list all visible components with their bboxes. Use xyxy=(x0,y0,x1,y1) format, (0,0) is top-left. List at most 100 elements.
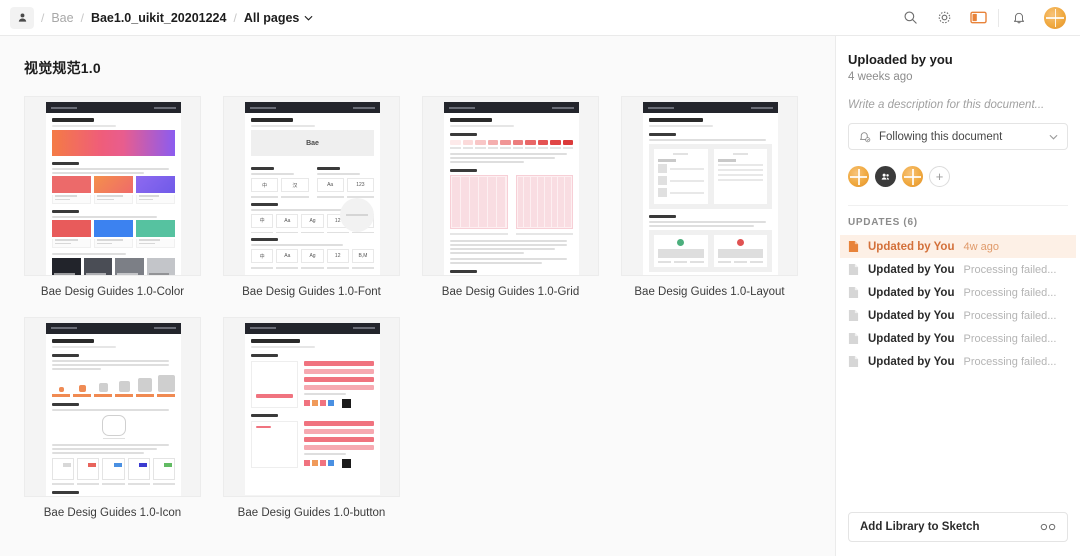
grid-diagram xyxy=(450,175,508,229)
gradient-banner xyxy=(52,130,175,156)
document-card-button[interactable]: Bae Desig Guides 1.0-button xyxy=(223,316,400,521)
sidebar-subtitle: 4 weeks ago xyxy=(848,71,913,83)
update-label: Updated by You xyxy=(868,309,955,322)
breadcrumb-separator-3: / xyxy=(233,10,237,25)
bell-check-icon xyxy=(859,132,871,143)
card-caption: Bae Desig Guides 1.0-Icon xyxy=(43,506,182,519)
top-bar: / Bae / Bae1.0_uikit_20201224 / All page… xyxy=(0,0,1080,36)
font-specimen: Bae xyxy=(251,130,374,156)
update-row[interactable]: Updated by You Processing failed... xyxy=(840,304,1076,327)
top-bar-actions xyxy=(893,3,1066,33)
toolbar-divider xyxy=(998,8,999,27)
icon-grid-template xyxy=(101,414,126,436)
icon-size-scale xyxy=(52,374,175,397)
sidebar-scroll-area: Uploaded by you 4 weeks ago Write a desc… xyxy=(836,36,1080,502)
breadcrumb-item-root[interactable]: Bae xyxy=(51,11,73,25)
body: 视觉规范1.0 Bae Desig Guides 1.0-Color Bae 中… xyxy=(0,36,1080,556)
sidebar-footer: Add Library to Sketch xyxy=(836,502,1080,556)
updates-list: Updated by You 4w ago Updated by You Pro… xyxy=(840,235,1076,373)
all-pages-dropdown[interactable]: All pages xyxy=(244,11,314,25)
sheet-header-bar xyxy=(643,102,778,113)
app-window: / Bae / Bae1.0_uikit_20201224 / All page… xyxy=(0,0,1080,556)
group-avatar[interactable] xyxy=(875,166,896,187)
update-row[interactable]: Updated by You 4w ago xyxy=(840,235,1076,258)
chevron-down-icon xyxy=(304,15,313,21)
document-card-color[interactable]: Bae Desig Guides 1.0-Color xyxy=(24,96,201,300)
all-pages-label: All pages xyxy=(243,10,300,25)
breadcrumb-separator-1: / xyxy=(41,10,45,25)
thumbnail-font: Bae 中汉 Aa 123 中 Aa Ag 12 中 Aa Ag 12 B,M xyxy=(223,96,400,276)
document-icon xyxy=(848,333,859,344)
update-meta: 4w ago xyxy=(963,240,999,253)
update-meta: Processing failed... xyxy=(963,309,1057,322)
document-card-layout[interactable]: Bae Desig Guides 1.0-Layout xyxy=(621,96,798,300)
updates-header: UPDATES (6) xyxy=(848,205,1068,228)
main-content: 视觉规范1.0 Bae Desig Guides 1.0-Color Bae 中… xyxy=(0,36,835,556)
description-input[interactable]: Write a description for this document... xyxy=(848,99,1068,111)
sheet-header-bar xyxy=(46,322,181,334)
following-dropdown[interactable]: Following this document xyxy=(848,123,1068,150)
add-library-label: Add Library to Sketch xyxy=(860,521,980,533)
chevron-down-icon xyxy=(1049,134,1058,140)
document-icon xyxy=(848,241,859,252)
collaborator-avatar[interactable] xyxy=(902,166,923,187)
update-row[interactable]: Updated by You Processing failed... xyxy=(840,327,1076,350)
document-icon xyxy=(848,356,859,367)
thumbnail-color xyxy=(24,96,201,276)
following-label: Following this document xyxy=(879,130,1003,143)
page-title: 视觉规范1.0 xyxy=(24,60,101,76)
add-collaborator-button[interactable]: + xyxy=(929,166,950,187)
person-icon[interactable] xyxy=(10,6,34,29)
gear-icon[interactable] xyxy=(927,3,961,33)
update-row[interactable]: Updated by You Processing failed... xyxy=(840,350,1076,373)
card-caption: Bae Desig Guides 1.0-Grid xyxy=(441,286,580,298)
update-label: Updated by You xyxy=(868,286,955,299)
breadcrumb-separator-2: / xyxy=(80,10,84,25)
update-row[interactable]: Updated by You Processing failed... xyxy=(840,258,1076,281)
thumbnail-layout xyxy=(621,96,798,276)
sheet-header-bar xyxy=(245,102,380,113)
card-caption: Bae Desig Guides 1.0-Font xyxy=(242,286,381,298)
document-card-icon[interactable]: Bae Desig Guides 1.0-Icon xyxy=(24,316,201,521)
thumbnail-grid xyxy=(422,96,599,276)
icon-usage-examples xyxy=(52,458,176,481)
update-meta: Processing failed... xyxy=(963,263,1057,276)
circle-badge xyxy=(340,198,374,232)
update-meta: Processing failed... xyxy=(963,286,1057,299)
breadcrumb-item-current[interactable]: Bae1.0_uikit_20201224 xyxy=(91,11,227,25)
update-meta: Processing failed... xyxy=(963,332,1057,345)
card-caption: Bae Desig Guides 1.0-Color xyxy=(40,286,185,298)
grid-diagram xyxy=(515,175,573,229)
sheet-header-bar xyxy=(444,102,579,113)
button-samples-secondary xyxy=(251,420,374,468)
search-icon[interactable] xyxy=(893,3,927,33)
button-samples-primary xyxy=(251,360,374,408)
document-icon xyxy=(848,287,859,298)
update-row[interactable]: Updated by You Processing failed... xyxy=(840,281,1076,304)
collaborators: + xyxy=(848,166,1068,187)
document-icon xyxy=(848,264,859,275)
update-meta: Processing failed... xyxy=(963,355,1057,368)
update-label: Updated by You xyxy=(868,355,955,368)
sheet-header-bar xyxy=(245,322,380,334)
thumbnail-button xyxy=(223,316,400,497)
user-avatar[interactable] xyxy=(1044,6,1066,29)
success-dot xyxy=(677,239,685,246)
document-card-font[interactable]: Bae 中汉 Aa 123 中 Aa Ag 12 中 Aa Ag 12 B,M … xyxy=(223,96,400,300)
sheet-header-bar xyxy=(46,102,181,113)
document-icon xyxy=(848,310,859,321)
state-examples xyxy=(649,230,772,272)
card-caption: Bae Desig Guides 1.0-Layout xyxy=(634,286,785,298)
link-icon xyxy=(1040,523,1056,531)
layout-mockups xyxy=(649,144,772,209)
details-sidebar: Uploaded by you 4 weeks ago Write a desc… xyxy=(835,36,1080,556)
bell-icon[interactable] xyxy=(1002,3,1036,33)
add-library-to-sketch-button[interactable]: Add Library to Sketch xyxy=(848,512,1068,542)
update-label: Updated by You xyxy=(868,332,955,345)
panel-toggle-icon[interactable] xyxy=(961,3,995,33)
breadcrumb: / Bae / Bae1.0_uikit_20201224 / All page… xyxy=(10,6,893,29)
document-card-grid[interactable]: Bae Desig Guides 1.0-Grid xyxy=(422,96,599,300)
thumbnail-icon xyxy=(24,316,201,497)
error-dot xyxy=(736,239,744,246)
collaborator-avatar[interactable] xyxy=(848,166,869,187)
